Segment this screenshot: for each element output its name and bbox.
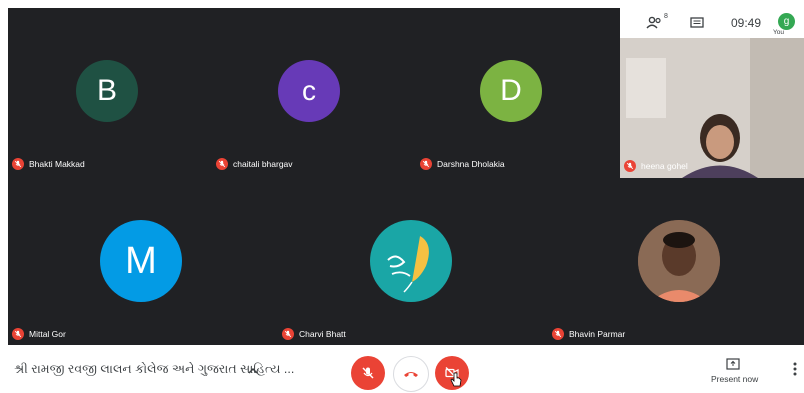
microphone-toggle-button[interactable] xyxy=(351,356,385,390)
video-grid: B Bhakti Makkad c chaitali bhargav D Dar… xyxy=(8,8,804,345)
self-video-frame xyxy=(620,38,804,178)
feather-pen-icon xyxy=(387,236,429,293)
mic-off-icon xyxy=(420,158,432,170)
meeting-top-bar: 8 09:49 g You xyxy=(620,8,804,38)
people-icon[interactable] xyxy=(646,16,664,35)
participant-name: Charvi Bhatt xyxy=(299,329,346,339)
profile-photo xyxy=(638,220,720,302)
mic-off-icon xyxy=(552,328,564,340)
you-avatar[interactable]: g xyxy=(778,13,795,30)
clock-time: 09:49 xyxy=(731,16,762,30)
participant-tile: Charvi Bhatt xyxy=(278,178,548,345)
present-now-label[interactable]: Present now xyxy=(711,374,758,384)
participant-name: chaitali bhargav xyxy=(233,159,293,169)
participant-tile: B Bhakti Makkad xyxy=(8,8,212,176)
self-view-tile: 8 09:49 g You heena gohel xyxy=(620,8,804,178)
avatar-initial: M xyxy=(125,239,157,282)
avatar-initial: c xyxy=(302,75,316,106)
participant-avatar: D xyxy=(480,60,542,122)
participant-name-label: chaitali bhargav xyxy=(216,158,293,170)
mic-off-icon xyxy=(12,158,24,170)
chevron-up-icon[interactable] xyxy=(247,363,259,381)
participant-name-label: heena gohel xyxy=(624,160,688,172)
participant-name-label: Bhavin Parmar xyxy=(552,328,625,340)
chat-icon[interactable] xyxy=(690,17,704,35)
bottom-control-bar: શ્રી રામજી રવજી લાલન કોલેજ અને ગુજરાત સા… xyxy=(0,348,804,392)
participant-name: Bhavin Parmar xyxy=(569,329,626,339)
present-now-icon[interactable] xyxy=(726,357,740,375)
leave-call-button[interactable] xyxy=(393,356,429,392)
hang-up-icon xyxy=(404,372,418,377)
mic-off-icon xyxy=(12,328,24,340)
participant-name-label: Charvi Bhatt xyxy=(282,328,346,340)
participant-name: heena gohel xyxy=(641,161,688,171)
avatar-initial: D xyxy=(500,74,522,107)
participant-name-label: Darshna Dholakia xyxy=(420,158,505,170)
participant-avatar: c xyxy=(278,60,340,122)
participant-name: Bhakti Makkad xyxy=(29,159,85,169)
participant-avatar: B xyxy=(76,60,138,122)
participant-name: Darshna Dholakia xyxy=(437,159,505,169)
mic-off-icon xyxy=(216,158,228,170)
participant-tile: Bhavin Parmar xyxy=(548,178,804,345)
participant-tile: M Mittal Gor xyxy=(8,178,278,345)
participant-name-label: Bhakti Makkad xyxy=(12,158,85,170)
mic-off-icon xyxy=(282,328,294,340)
mic-off-icon xyxy=(362,367,374,379)
participant-tile: c chaitali bhargav xyxy=(212,8,416,176)
mouse-cursor-icon xyxy=(450,372,462,393)
participant-avatar-logo xyxy=(370,220,452,302)
mic-off-icon xyxy=(624,160,636,172)
self-video xyxy=(620,38,804,178)
you-avatar-initial: g xyxy=(783,16,790,27)
participant-name-label: Mittal Gor xyxy=(12,328,66,340)
participant-avatar-photo xyxy=(638,220,720,302)
participant-tile: D Darshna Dholakia xyxy=(416,8,620,176)
people-count: 8 xyxy=(664,13,668,20)
avatar-initial: B xyxy=(96,74,117,107)
you-label: You xyxy=(773,29,784,36)
participant-avatar: M xyxy=(100,220,182,302)
more-options-icon[interactable] xyxy=(793,362,797,381)
participant-name: Mittal Gor xyxy=(29,329,66,339)
